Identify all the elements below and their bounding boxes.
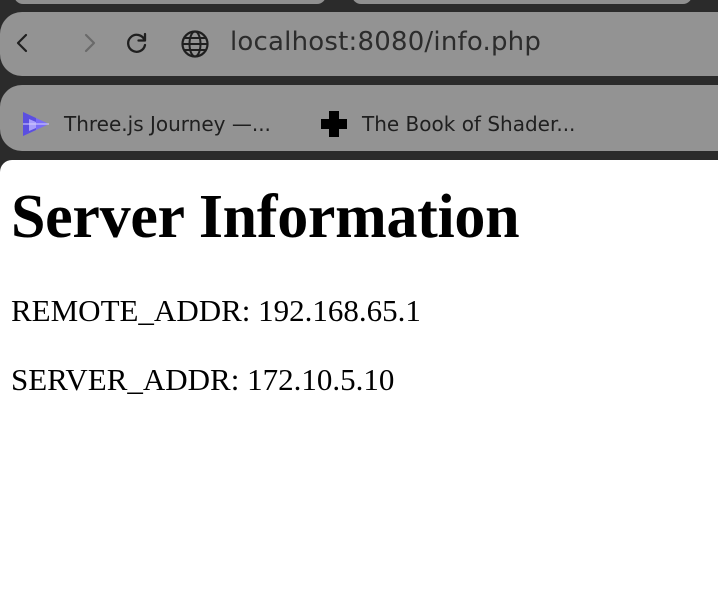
bookmark-label: Three.js Journey —... [64, 112, 271, 136]
bookmark-threejs-journey[interactable]: Three.js Journey —... [20, 108, 271, 140]
back-button[interactable] [10, 30, 36, 56]
chevron-right-icon [76, 30, 102, 56]
bookmark-label: The Book of Shader... [362, 112, 576, 136]
tab-strip-tab[interactable] [352, 0, 692, 4]
globe-icon [180, 29, 210, 59]
reload-icon [124, 30, 150, 56]
forward-button[interactable] [76, 30, 102, 56]
page-content: Server Information REMOTE_ADDR: 192.168.… [0, 160, 718, 598]
url-text[interactable]: localhost:8080/info.php [230, 27, 541, 57]
bookmark-book-of-shaders[interactable]: The Book of Shader... [318, 108, 575, 140]
plus-cross-icon [318, 108, 350, 140]
server-addr-line: SERVER_ADDR: 172.10.5.10 [11, 362, 395, 397]
chevron-left-icon [10, 30, 36, 56]
threejs-journey-icon [20, 108, 52, 140]
tab-strip-tab[interactable] [14, 0, 326, 4]
browser-window: localhost:8080/info.php Three.js Journey… [0, 0, 718, 598]
page-title: Server Information [11, 183, 520, 251]
remote-addr-line: REMOTE_ADDR: 192.168.65.1 [11, 293, 421, 328]
reload-button[interactable] [124, 30, 150, 56]
site-info-button[interactable] [180, 29, 210, 59]
